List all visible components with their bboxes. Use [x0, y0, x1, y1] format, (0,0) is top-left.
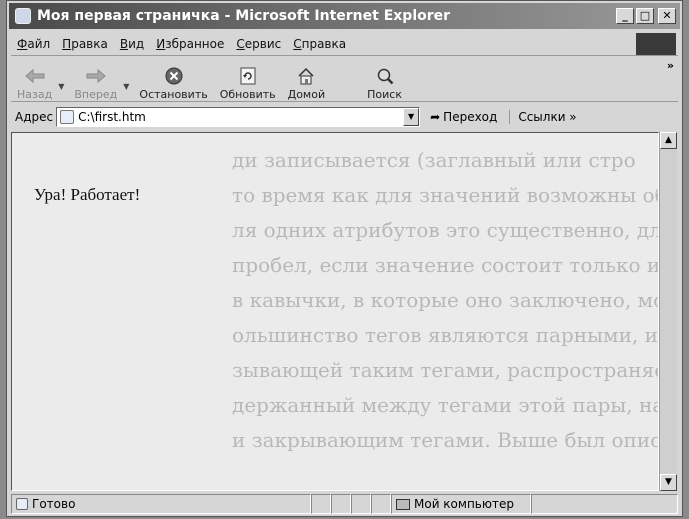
title-bar[interactable]: Моя первая страничка - Microsoft Interne…	[9, 3, 680, 29]
menu-file[interactable]: Файл	[11, 37, 56, 51]
home-button[interactable]: Домой	[282, 59, 332, 101]
security-zone-panel: Мой компьютер	[391, 494, 531, 514]
window-title: Моя первая страничка - Microsoft Interne…	[37, 8, 451, 24]
menu-favorites[interactable]: Избранное	[150, 37, 230, 51]
maximize-button[interactable]: □	[636, 8, 654, 24]
minimize-button[interactable]: _	[616, 8, 634, 24]
status-bar: Готово Мой компьютер	[11, 494, 678, 514]
search-button[interactable]: Поиск	[361, 59, 408, 101]
menu-bar: Файл Правка Вид Избранное Сервис Справка	[11, 33, 678, 56]
address-dropdown-icon[interactable]: ▼	[403, 108, 420, 126]
toolbar: Назад ▼ Вперед ▼ Остановить Обновить Дом…	[11, 57, 678, 102]
forward-button[interactable]: Вперед	[68, 59, 123, 101]
toolbar-more-button[interactable]: »	[667, 59, 674, 72]
address-input[interactable]: C:\first.htm ▼	[56, 107, 421, 127]
stop-icon	[163, 66, 185, 86]
scroll-down-button[interactable]: ▼	[660, 474, 677, 491]
back-dropdown-icon[interactable]: ▼	[58, 82, 64, 91]
address-value: C:\first.htm	[78, 110, 146, 124]
go-arrow-icon: ➦	[430, 110, 441, 124]
status-panel-empty	[371, 494, 391, 514]
ie-app-icon[interactable]	[15, 8, 31, 24]
address-label: Адрес	[15, 110, 54, 124]
scroll-up-button[interactable]: ▲	[660, 132, 677, 149]
forward-arrow-icon	[85, 66, 107, 86]
menu-edit[interactable]: Правка	[56, 37, 114, 51]
forward-dropdown-icon[interactable]: ▼	[123, 82, 129, 91]
close-button[interactable]: ✕	[658, 8, 676, 24]
status-panel-empty	[331, 494, 351, 514]
resize-grip[interactable]	[531, 494, 678, 514]
address-bar: Адрес C:\first.htm ▼ ➦ Переход Ссылки »	[11, 105, 678, 129]
go-button[interactable]: ➦ Переход	[430, 110, 497, 124]
page-status-icon	[16, 498, 28, 510]
page-body-text: Ура! Работает!	[34, 185, 141, 204]
page-content[interactable]: ди записывается (заглавный или стро то вр…	[11, 132, 659, 491]
vertical-scrollbar[interactable]: ▲ ▼	[659, 132, 677, 491]
home-icon	[295, 66, 317, 86]
status-panel-empty	[351, 494, 371, 514]
menu-view[interactable]: Вид	[114, 37, 150, 51]
status-text-panel: Готово	[11, 494, 311, 514]
back-button[interactable]: Назад	[11, 59, 58, 101]
links-button[interactable]: Ссылки »	[509, 110, 577, 124]
my-computer-icon	[396, 498, 410, 510]
search-icon	[374, 66, 396, 86]
browser-window: Моя первая страничка - Microsoft Interne…	[6, 0, 683, 517]
menu-help[interactable]: Справка	[287, 37, 352, 51]
windows-logo-icon	[636, 33, 676, 55]
refresh-button[interactable]: Обновить	[214, 59, 282, 101]
stop-button[interactable]: Остановить	[133, 59, 213, 101]
back-arrow-icon	[24, 66, 46, 86]
menu-tools[interactable]: Сервис	[230, 37, 287, 51]
refresh-icon	[237, 66, 259, 86]
page-icon	[60, 110, 75, 124]
status-panel-empty	[311, 494, 331, 514]
